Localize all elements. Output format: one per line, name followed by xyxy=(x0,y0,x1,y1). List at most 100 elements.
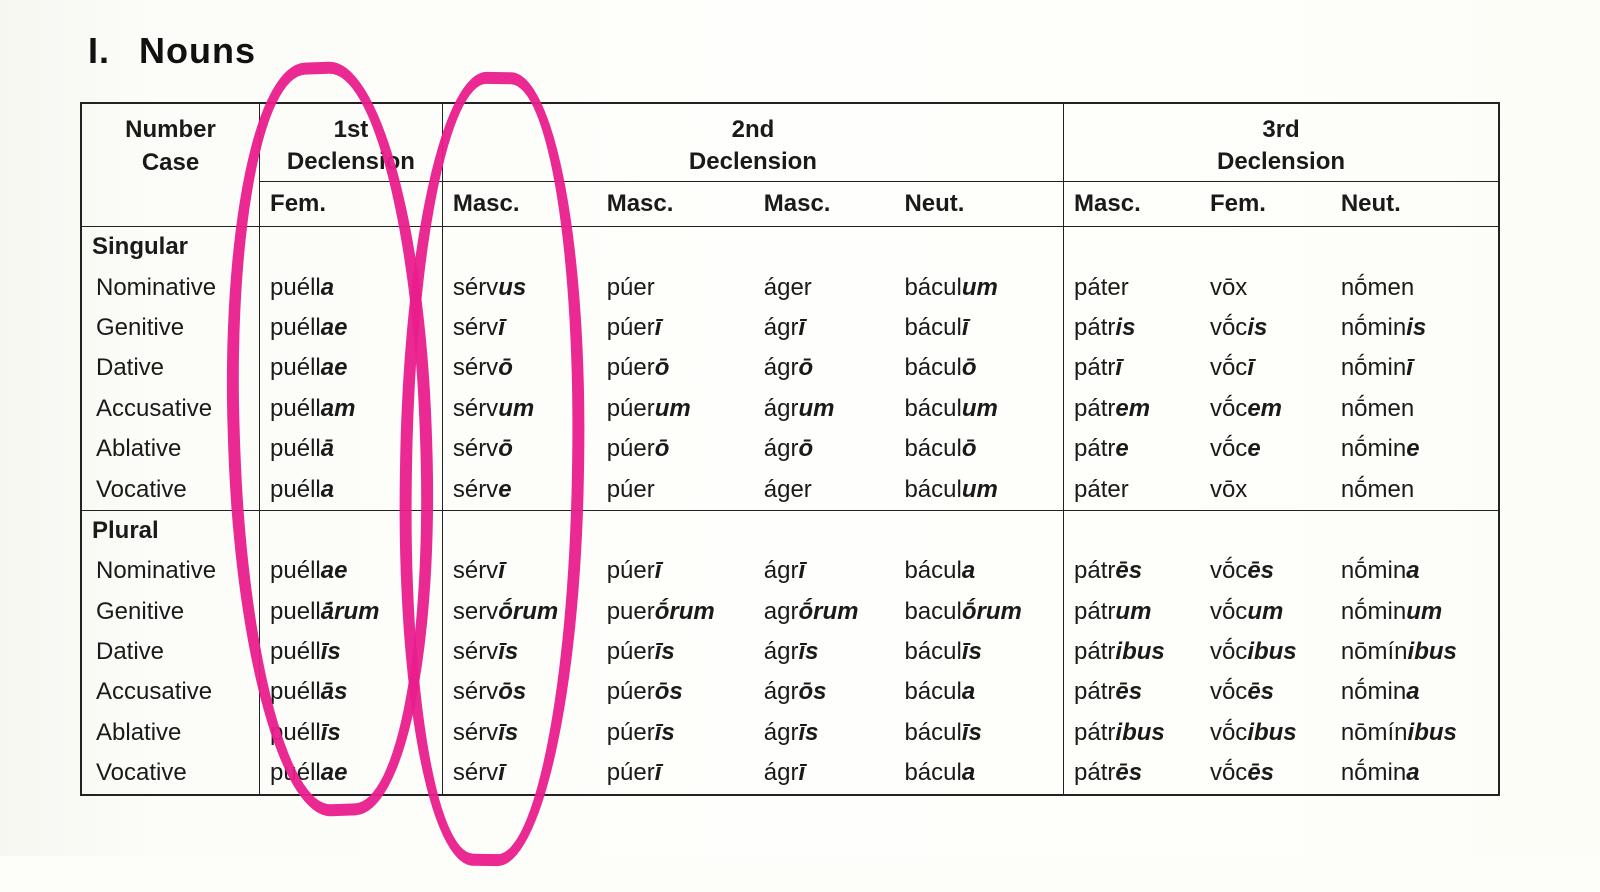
word-stem: púer xyxy=(607,476,655,503)
word-stem: sérv xyxy=(453,314,498,341)
word-ending: ae xyxy=(321,759,348,786)
table-cell: sérvō xyxy=(442,348,596,388)
table-cell: sérve xyxy=(442,470,596,511)
table-cell: báculīs xyxy=(894,713,1063,753)
word-ending: um xyxy=(962,476,998,503)
table-cell: ágrī xyxy=(754,753,895,794)
word-ending: ī xyxy=(498,557,505,584)
word-stem: pátr xyxy=(1074,354,1115,381)
table-cell: sérvī xyxy=(442,551,596,591)
table-cell: páter xyxy=(1064,470,1200,511)
word-ending: a xyxy=(321,274,334,301)
word-stem: sérv xyxy=(453,638,498,665)
table-cell: báculīs xyxy=(894,632,1063,672)
section-blank xyxy=(1331,227,1499,268)
word-stem: sérv xyxy=(453,435,498,462)
word-stem: pátr xyxy=(1074,314,1115,341)
word-stem: ágr xyxy=(764,354,799,381)
table-cell: púer xyxy=(597,268,754,308)
word-ending: a xyxy=(1406,557,1419,584)
table-cell: nṓmen xyxy=(1331,389,1499,429)
table-cell: nṓmen xyxy=(1331,268,1499,308)
word-ending: ae xyxy=(321,354,348,381)
word-ending: um xyxy=(1406,598,1442,625)
section-label: Plural xyxy=(81,510,260,551)
table-cell: puéllae xyxy=(260,308,443,348)
table-cell: nṓmina xyxy=(1331,753,1499,794)
word-ending: ēs xyxy=(1115,759,1142,786)
table-cell: pátribus xyxy=(1064,632,1200,672)
word-stem: bácul xyxy=(904,354,961,381)
word-ending: a xyxy=(962,759,975,786)
word-stem: púer xyxy=(607,274,655,301)
word-ending: ī xyxy=(1115,354,1122,381)
section-blank xyxy=(597,227,754,268)
word-stem: vṓc xyxy=(1210,354,1247,381)
word-ending: ae xyxy=(321,557,348,584)
word-ending: is xyxy=(1406,314,1426,341)
header-gender-4: Neut. xyxy=(894,181,1063,226)
page-title: I. Nouns xyxy=(88,30,1550,72)
table-cell: puéllam xyxy=(260,389,443,429)
word-stem: púer xyxy=(607,354,655,381)
word-stem: púer xyxy=(607,638,655,665)
table-cell: pátrēs xyxy=(1064,672,1200,712)
table-wrap: Number Case 1st Declension 2nd Declensio… xyxy=(80,102,1550,796)
table-cell: sérvīs xyxy=(442,713,596,753)
table-cell: vṓcem xyxy=(1200,389,1331,429)
table-cell: vṓcibus xyxy=(1200,713,1331,753)
word-stem: púer xyxy=(607,678,655,705)
word-stem: vṓc xyxy=(1210,598,1247,625)
table-cell: pátrēs xyxy=(1064,551,1200,591)
word-stem: nṓmen xyxy=(1341,476,1414,503)
word-ending: ṓrum xyxy=(962,598,1022,625)
word-stem: vṓc xyxy=(1210,395,1247,422)
word-stem: bácul xyxy=(904,476,961,503)
case-label: Accusative xyxy=(81,672,260,712)
table-cell: púerī xyxy=(597,308,754,348)
section-blank xyxy=(260,227,443,268)
header-gender-2: Masc. xyxy=(597,181,754,226)
table-cell: áger xyxy=(754,470,895,511)
table-cell: puellā́rum xyxy=(260,592,443,632)
word-stem: áger xyxy=(764,476,812,503)
header-gender-0: Fem. xyxy=(260,181,443,226)
table-cell: vṓcis xyxy=(1200,308,1331,348)
table-cell: puéllās xyxy=(260,672,443,712)
word-ending: um xyxy=(498,395,534,422)
table-cell: puéllae xyxy=(260,753,443,794)
word-stem: pátr xyxy=(1074,557,1115,584)
table-cell: puélla xyxy=(260,268,443,308)
word-ending: īs xyxy=(798,719,818,746)
case-label: Dative xyxy=(81,632,260,672)
table-cell: puéllīs xyxy=(260,713,443,753)
word-stem: sérv xyxy=(453,274,498,301)
table-cell: sérvī xyxy=(442,753,596,794)
word-stem: pátr xyxy=(1074,598,1115,625)
table-cell: pátris xyxy=(1064,308,1200,348)
word-stem: áger xyxy=(764,274,812,301)
title-text: Nouns xyxy=(139,30,256,71)
word-stem: pátr xyxy=(1074,759,1115,786)
word-ending: um xyxy=(798,395,834,422)
table-cell: púerōs xyxy=(597,672,754,712)
word-ending: a xyxy=(321,476,334,503)
word-ending: am xyxy=(321,395,356,422)
word-stem: puéll xyxy=(270,557,321,584)
word-stem: vṓc xyxy=(1210,678,1247,705)
word-ending: um xyxy=(655,395,691,422)
word-ending: a xyxy=(962,557,975,584)
word-ending: e xyxy=(1406,435,1419,462)
word-stem: puéll xyxy=(270,678,321,705)
word-ending: a xyxy=(962,678,975,705)
word-stem: vṓc xyxy=(1210,638,1247,665)
word-stem: nṓmen xyxy=(1341,395,1414,422)
word-ending: īs xyxy=(655,638,675,665)
word-stem: puéll xyxy=(270,314,321,341)
word-ending: ī xyxy=(1247,354,1254,381)
word-stem: bácul xyxy=(904,638,961,665)
case-label: Genitive xyxy=(81,308,260,348)
word-stem: bácul xyxy=(904,395,961,422)
word-ending: ī xyxy=(1406,354,1413,381)
word-ending: ōs xyxy=(498,678,526,705)
